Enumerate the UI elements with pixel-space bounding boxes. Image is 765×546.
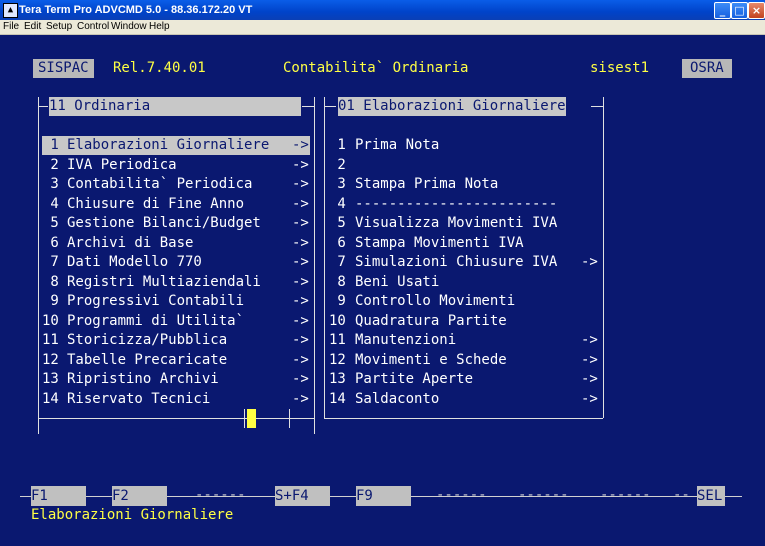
left-panel-border bbox=[38, 97, 39, 434]
menu-item[interactable] bbox=[40, 292, 312, 311]
menu-item[interactable] bbox=[327, 351, 601, 370]
menu-item[interactable] bbox=[327, 214, 601, 233]
close-button[interactable]: × bbox=[748, 2, 765, 19]
left-panel-border bbox=[38, 418, 314, 419]
menu-item[interactable] bbox=[327, 370, 601, 389]
menu-item[interactable] bbox=[40, 331, 312, 350]
left-panel-title: 11 Ordinaria bbox=[49, 97, 301, 116]
left-panel-border bbox=[244, 409, 245, 428]
menu-item[interactable] bbox=[327, 234, 601, 253]
company-badge: OSRA bbox=[682, 59, 732, 78]
fkey-filler: ------ bbox=[518, 487, 569, 503]
maximize-button[interactable]: □ bbox=[731, 2, 748, 19]
menu-file[interactable]: File bbox=[3, 20, 19, 34]
menu-item[interactable] bbox=[327, 331, 601, 350]
text-cursor bbox=[247, 409, 256, 428]
fkey-f1[interactable]: F1 bbox=[31, 486, 86, 506]
menu-item[interactable] bbox=[40, 273, 312, 292]
menu-control[interactable]: Control bbox=[77, 20, 109, 34]
menu-help[interactable]: Help bbox=[149, 20, 170, 34]
title-bar[interactable]: ▲ Tera Term Pro ADVCMD 5.0 - 88.36.172.2… bbox=[0, 0, 765, 20]
menu-item[interactable] bbox=[327, 312, 601, 331]
right-panel-border bbox=[591, 106, 603, 107]
left-panel-border bbox=[314, 97, 315, 434]
fkey-filler: ------ bbox=[195, 487, 246, 503]
menu-item[interactable] bbox=[327, 156, 601, 175]
menu-item[interactable] bbox=[327, 253, 601, 272]
menu-window[interactable]: Window bbox=[111, 20, 147, 34]
menu-item[interactable] bbox=[327, 195, 601, 214]
minimize-button[interactable]: _ bbox=[714, 2, 731, 19]
fkey-filler: -- bbox=[673, 487, 690, 503]
system-badge: SISPAC bbox=[33, 59, 94, 78]
fkey-filler: ------ bbox=[436, 487, 487, 503]
fkey-shift-f4[interactable]: S+F4 bbox=[275, 486, 330, 506]
left-panel-border bbox=[289, 409, 290, 428]
app-icon[interactable]: ▲ bbox=[3, 3, 18, 18]
menu-item[interactable] bbox=[327, 292, 601, 311]
menu-item[interactable] bbox=[40, 390, 312, 409]
terminal-screen[interactable]: SISPAC Rel.7.40.01 Contabilita` Ordinari… bbox=[0, 35, 765, 546]
menu-edit[interactable]: Edit bbox=[24, 20, 41, 34]
fkey-f9[interactable]: F9 bbox=[356, 486, 411, 506]
menu-item[interactable] bbox=[40, 351, 312, 370]
right-panel-border bbox=[324, 418, 603, 419]
menu-item[interactable] bbox=[327, 390, 601, 409]
menu-item[interactable] bbox=[40, 136, 312, 155]
user-label: sisest1 bbox=[590, 60, 650, 76]
menu-item[interactable] bbox=[40, 195, 312, 214]
menu-item[interactable] bbox=[327, 273, 601, 292]
right-panel-border bbox=[324, 106, 336, 107]
menu-item[interactable] bbox=[40, 214, 312, 233]
right-panel-border bbox=[603, 97, 604, 418]
left-panel-border bbox=[38, 106, 48, 107]
terminal-window: ▲ Tera Term Pro ADVCMD 5.0 - 88.36.172.2… bbox=[0, 0, 765, 546]
menu-item[interactable] bbox=[327, 175, 601, 194]
window-title: Tera Term Pro ADVCMD 5.0 - 88.36.172.20 … bbox=[19, 4, 253, 16]
menu-item[interactable] bbox=[40, 253, 312, 272]
module-title: Contabilita` Ordinaria bbox=[283, 60, 469, 76]
menu-setup[interactable]: Setup bbox=[46, 20, 72, 34]
right-panel-title: 01 Elaborazioni Giornaliere bbox=[338, 97, 566, 116]
fkey-filler: ------ bbox=[600, 487, 651, 503]
menu-item[interactable] bbox=[40, 175, 312, 194]
status-line: Elaborazioni Giornaliere bbox=[31, 507, 234, 523]
menu-item[interactable] bbox=[40, 370, 312, 389]
menu-bar: File Edit Setup Control Window Help bbox=[0, 20, 765, 35]
menu-item[interactable] bbox=[40, 312, 312, 331]
release-label: Rel.7.40.01 bbox=[113, 60, 206, 76]
menu-item[interactable] bbox=[40, 156, 312, 175]
menu-item[interactable] bbox=[40, 234, 312, 253]
fkey-sel[interactable]: SEL bbox=[697, 486, 725, 506]
right-panel-border bbox=[324, 97, 325, 418]
fkey-f2[interactable]: F2 bbox=[112, 486, 167, 506]
menu-item[interactable] bbox=[327, 136, 601, 155]
left-panel-border bbox=[302, 106, 314, 107]
